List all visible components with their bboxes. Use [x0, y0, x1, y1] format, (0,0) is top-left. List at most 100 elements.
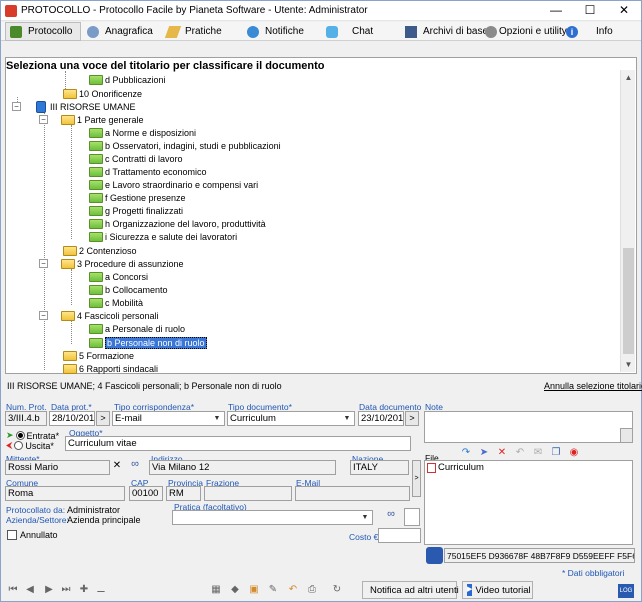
maximize-button[interactable]: ☐	[573, 1, 607, 21]
uscita-radio-button[interactable]	[14, 441, 24, 450]
collapse-toggle[interactable]: −	[12, 102, 21, 111]
new-pratica-icon[interactable]	[404, 508, 420, 526]
scroll-thumb[interactable]	[623, 248, 634, 354]
close-button[interactable]: ✕	[607, 1, 641, 21]
tree-item[interactable]: c Mobilità	[89, 296, 143, 309]
data-doc-field[interactable]: 23/10/2016	[358, 411, 404, 426]
menu-anagrafica[interactable]: Anagrafica	[87, 22, 153, 41]
data-prot-button[interactable]: >	[96, 411, 110, 426]
menu-chat[interactable]: Chat	[326, 22, 373, 41]
tree-item[interactable]: − 4 Fascicoli personali	[39, 309, 159, 322]
delete-file-icon[interactable]: ✕	[495, 446, 509, 460]
tree-item[interactable]: − 1 Parte generale	[39, 113, 144, 126]
tree-item[interactable]: a Norme e disposizioni	[89, 126, 196, 139]
menu-notifiche[interactable]: Notifiche	[247, 22, 304, 41]
tree-item[interactable]: d Pubblicazioni	[89, 73, 166, 86]
tree-item[interactable]: f Gestione presenze	[89, 191, 186, 204]
clear-mittente-icon[interactable]: ✕	[111, 460, 123, 471]
refresh-icon[interactable]: ↻	[331, 584, 343, 596]
tree-item[interactable]: 10 Onorificenze	[63, 87, 142, 100]
new-record-icon[interactable]: ✚	[78, 584, 90, 596]
minimize-button[interactable]: —	[539, 1, 573, 21]
collapse-toggle[interactable]: −	[39, 311, 48, 320]
prev-record-icon[interactable]: ◀	[24, 584, 36, 596]
costo-field[interactable]	[378, 528, 421, 543]
notifica-button[interactable]: Notifica ad altri utenti	[362, 581, 459, 599]
tree-item-selected[interactable]: b Personale non di ruolo	[89, 336, 207, 349]
tree-item[interactable]: d Trattamento economico	[89, 165, 207, 178]
tree-item[interactable]: 5 Formazione	[63, 349, 134, 362]
email-field[interactable]	[295, 486, 410, 501]
tree-item[interactable]: h Organizzazione del lavoro, produttivit…	[89, 217, 266, 230]
tree-item[interactable]: a Concorsi	[89, 270, 148, 283]
mittente-field[interactable]: Rossi Mario	[5, 460, 110, 475]
first-record-icon[interactable]: ⏮	[7, 584, 19, 596]
frazione-field[interactable]	[204, 486, 292, 501]
tree-item[interactable]: c Contratti di lavoro	[89, 152, 183, 165]
next-record-icon[interactable]: ▶	[43, 584, 55, 596]
annullato-check[interactable]	[7, 530, 17, 540]
tree-item[interactable]: 2 Contenzioso	[63, 244, 137, 257]
edit-icon[interactable]: ✎	[267, 584, 279, 596]
tree-item[interactable]: b Osservatori, indagini, studi e pubblic…	[89, 139, 281, 152]
delete-record-icon[interactable]: ⚊	[95, 584, 107, 596]
folder-icon	[89, 323, 103, 334]
search-mittente-icon[interactable]: ∞	[125, 458, 145, 476]
note-field[interactable]	[424, 411, 633, 443]
search-pratica-icon[interactable]: ∞	[382, 508, 400, 526]
target-icon[interactable]: ◉	[567, 446, 581, 460]
tree-scrollbar[interactable]: ▲ ▼	[620, 70, 635, 372]
comune-field[interactable]: Roma	[5, 486, 125, 501]
tree-item[interactable]: − 3 Procedure di assunzione	[39, 257, 184, 270]
tipo-corr-select[interactable]: E-mail ▼	[112, 411, 225, 426]
tree-item[interactable]: b Collocamento	[89, 283, 168, 296]
mail-icon[interactable]: ✉	[531, 446, 545, 460]
arrow-left-icon: ⮜	[6, 440, 13, 450]
tree-item[interactable]: a Personale di ruolo	[89, 322, 185, 335]
undo-icon[interactable]: ↶	[513, 446, 527, 460]
uscita-radio[interactable]: ⮜ Uscita*	[6, 440, 54, 451]
pratica-select[interactable]: ▼	[172, 510, 373, 525]
tree-item[interactable]: − III RISORSE UMANE	[12, 100, 136, 113]
add-file-icon[interactable]: ↷	[459, 446, 473, 460]
nazione-field[interactable]: ITALY	[350, 460, 409, 475]
data-doc-button[interactable]: >	[405, 411, 419, 426]
cancel-selection-link[interactable]: Annulla selezione titolario	[544, 381, 642, 391]
menu-opzioni[interactable]: Opzioni e utility	[485, 22, 567, 41]
scroll-down-arrow-icon[interactable]: ▼	[621, 357, 636, 372]
tipo-doc-select[interactable]: Curriculum ▼	[227, 411, 355, 426]
data-prot-field[interactable]: 28/10/2016	[49, 411, 95, 426]
collapse-toggle[interactable]: −	[39, 115, 48, 124]
document-icon[interactable]: ▦	[210, 584, 222, 596]
tree-item[interactable]: e Lavoro straordinario e compensi vari	[89, 178, 258, 191]
expand-address-button[interactable]: >	[412, 460, 421, 497]
undo-record-icon[interactable]: ↶	[287, 584, 299, 596]
tree-item[interactable]: g Progetti finalizzati	[89, 204, 183, 217]
menu-pratiche[interactable]: Pratiche	[164, 22, 222, 41]
annullato-checkbox[interactable]: Annullato	[7, 530, 58, 540]
last-record-icon[interactable]: ⏭	[60, 584, 72, 596]
tree-item[interactable]: 6 Rapporti sindacali	[63, 362, 158, 375]
chevron-down-icon: ▼	[213, 415, 221, 422]
save-icon[interactable]: ▣	[248, 584, 260, 596]
oggetto-field[interactable]: Curriculum vitae	[65, 436, 411, 451]
cap-field[interactable]: 00100	[129, 486, 163, 501]
provincia-field[interactable]: RM	[166, 486, 201, 501]
menu-info[interactable]: i Info	[566, 22, 613, 41]
tag-icon[interactable]: ◆	[229, 584, 241, 596]
file-item[interactable]: Curriculum	[427, 462, 630, 474]
scan-icon[interactable]: ➤	[477, 446, 491, 460]
indirizzo-field[interactable]: Via Milano 12	[149, 460, 336, 475]
collapse-toggle[interactable]: −	[39, 259, 48, 268]
video-tutorial-button[interactable]: ▶ Video tutorial	[462, 581, 533, 599]
log-icon[interactable]: LOG	[618, 584, 634, 598]
print-icon[interactable]: ⎙	[306, 584, 318, 596]
copy-icon[interactable]: ❐	[549, 446, 563, 460]
note-resize-handle[interactable]	[620, 428, 633, 443]
menu-protocollo[interactable]: Protocollo	[5, 22, 81, 41]
menu-archivi[interactable]: Archivi di base	[405, 22, 488, 41]
file-list[interactable]: Curriculum	[424, 460, 633, 545]
scroll-up-arrow-icon[interactable]: ▲	[621, 70, 636, 85]
tree-item[interactable]: i Sicurezza e salute dei lavoratori	[89, 230, 237, 243]
entrata-radio-button[interactable]	[15, 431, 25, 440]
